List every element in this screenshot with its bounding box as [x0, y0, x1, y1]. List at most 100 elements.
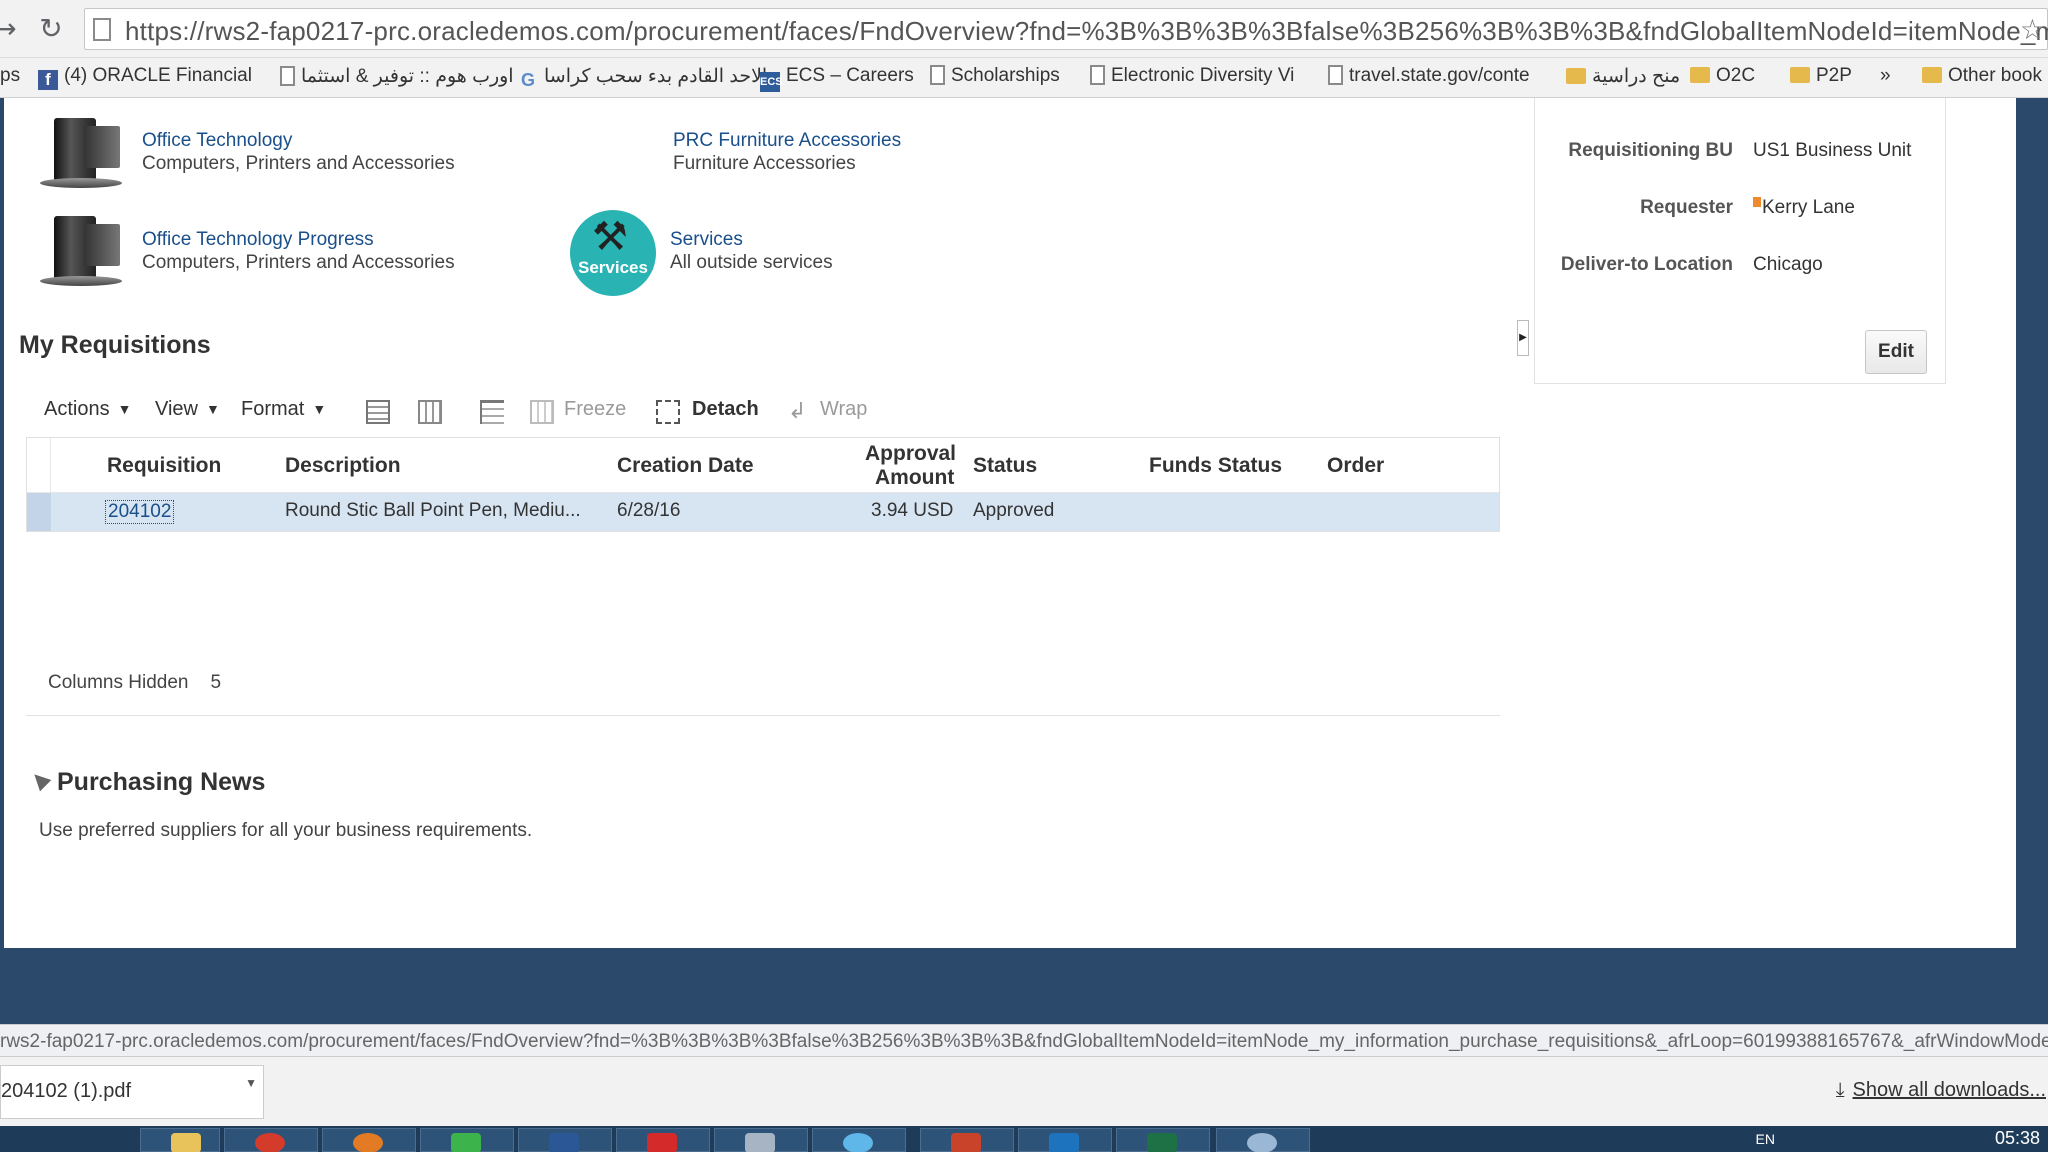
column-header-status[interactable]: Status: [973, 454, 1037, 478]
format-menu[interactable]: Format ▼: [241, 398, 326, 421]
page-icon: [93, 18, 111, 41]
bookmark-item[interactable]: G الاحد القادم بدء سحب كراسا: [518, 65, 767, 90]
column-header-order[interactable]: Order: [1327, 454, 1384, 478]
detach-button[interactable]: Detach: [692, 398, 759, 421]
status-bar: rws2-fap0217-prc.oracledemos.com/procure…: [0, 1024, 2048, 1056]
bookmarks-bar: ps f (4) ORACLE Financial اورب هوم :: توف…: [0, 58, 2048, 98]
actions-menu[interactable]: Actions ▼: [44, 398, 131, 421]
column-header-requisition[interactable]: Requisition: [107, 454, 221, 478]
requester-label: Requester: [1640, 197, 1733, 218]
bookmarks-overflow[interactable]: »: [1880, 65, 1891, 87]
caret-down-icon: ▼: [312, 401, 327, 417]
bookmark-item[interactable]: Scholarships: [930, 65, 1060, 87]
query-by-example-icon[interactable]: [480, 400, 504, 424]
oracle-page: Office Technology Computers, Printers an…: [4, 98, 2016, 948]
facebook-icon: f: [38, 70, 58, 90]
address-bar[interactable]: https://rws2-fap0217-prc.oracledemos.com…: [84, 8, 2048, 50]
bookmark-item[interactable]: اورب هوم :: توفير & استثما: [280, 65, 514, 88]
download-icon: ⤓: [1835, 1079, 1845, 1101]
taskbar-excel[interactable]: [1116, 1128, 1210, 1152]
url-text[interactable]: https://rws2-fap0217-prc.oracledemos.com…: [125, 16, 2048, 47]
requisitioning-bu-value: US1 Business Unit: [1753, 140, 1912, 161]
wrap-icon: ↲: [788, 398, 807, 423]
clock[interactable]: 05:38: [1995, 1128, 2040, 1148]
freeze-button[interactable]: Freeze: [564, 398, 626, 421]
services-icon[interactable]: ⚒ Services: [570, 210, 656, 296]
taskbar-paint[interactable]: [1216, 1128, 1310, 1152]
bookmark-item[interactable]: P2P: [1790, 65, 1852, 87]
column-header-description[interactable]: Description: [285, 454, 401, 478]
taskbar-word[interactable]: [518, 1128, 612, 1152]
document-icon: [280, 66, 295, 86]
wrap-button[interactable]: Wrap: [820, 398, 867, 421]
column-header-approval[interactable]: Approval: [865, 442, 956, 466]
folder-icon: [1566, 68, 1586, 84]
bookmark-star-icon[interactable]: ☆: [2020, 13, 2045, 46]
taskbar-app[interactable]: [714, 1128, 808, 1152]
bookmark-item[interactable]: منح دراسية: [1566, 65, 1680, 88]
category-subtitle: All outside services: [670, 252, 833, 273]
folder-icon: [1790, 67, 1810, 83]
bookmark-item[interactable]: O2C: [1690, 65, 1755, 87]
computer-icon[interactable]: [36, 116, 126, 190]
show-all-downloads-link[interactable]: ⤓ Show all downloads...: [1836, 1079, 2046, 1102]
amount-cell: 3.94 USD: [871, 500, 954, 521]
row-selector[interactable]: [27, 493, 51, 531]
deliver-to-label: Deliver-to Location: [1560, 254, 1733, 275]
bookmark-item[interactable]: ECS ECS – Careers: [760, 65, 914, 92]
grid-icon[interactable]: [366, 400, 390, 424]
computer-icon[interactable]: [36, 214, 126, 288]
requisitioning-bu-label: Requisitioning BU: [1568, 140, 1733, 161]
taskbar-ie[interactable]: [812, 1128, 906, 1152]
creation-date-cell: 6/28/16: [617, 500, 681, 521]
status-cell: Approved: [973, 500, 1055, 521]
language-indicator[interactable]: EN: [1756, 1131, 1775, 1147]
taskbar-powerpoint[interactable]: [920, 1128, 1014, 1152]
folder-icon: [1690, 67, 1710, 83]
column-header-amount[interactable]: Amount: [875, 466, 954, 490]
taskbar-firefox[interactable]: [322, 1128, 416, 1152]
document-icon: [1328, 65, 1343, 85]
category-title[interactable]: Office Technology: [142, 130, 292, 152]
lg-icon: G: [520, 70, 535, 90]
requester-value: Kerry Lane: [1753, 197, 1855, 219]
taskbar-chrome[interactable]: [224, 1128, 318, 1152]
bookmark-item[interactable]: f (4) ORACLE Financial: [38, 65, 252, 90]
my-requisitions-title: My Requisitions: [19, 331, 211, 359]
taskbar-app-green[interactable]: [420, 1128, 514, 1152]
bookmark-item[interactable]: Electronic Diversity Vi: [1090, 65, 1294, 87]
column-header-funds-status[interactable]: Funds Status: [1149, 454, 1282, 478]
requisitions-table: Requisition Description Creation Date Ap…: [26, 437, 1501, 532]
forward-icon[interactable]: →: [0, 12, 22, 46]
reload-icon[interactable]: ↻: [34, 12, 68, 46]
view-menu[interactable]: View ▼: [155, 398, 220, 421]
columns-icon[interactable]: [418, 400, 442, 424]
table-row[interactable]: 204102 Round Stic Ball Point Pen, Mediu.…: [27, 493, 1499, 531]
taskbar-acrobat[interactable]: [616, 1128, 710, 1152]
requisition-link[interactable]: 204102: [105, 500, 175, 524]
category-title[interactable]: PRC Furniture Accessories: [673, 130, 901, 152]
table-header: Requisition Description Creation Date Ap…: [27, 438, 1501, 493]
bookmark-item[interactable]: travel.state.gov/conte: [1328, 65, 1530, 87]
column-header-creation-date[interactable]: Creation Date: [617, 454, 754, 478]
category-title[interactable]: Services: [670, 229, 743, 251]
deliver-to-value: Chicago: [1753, 254, 1823, 275]
downloads-bar: 204102 (1).pdf ▼ ⤓ Show all downloads...: [0, 1056, 2048, 1126]
taskbar-explorer[interactable]: [140, 1128, 220, 1152]
download-filename[interactable]: 204102 (1).pdf: [1, 1080, 131, 1103]
collapse-triangle-icon[interactable]: [28, 768, 52, 792]
panel-splitter-arrow-icon[interactable]: ▶: [1517, 320, 1529, 356]
bookmark-item[interactable]: ps: [0, 65, 20, 87]
download-item[interactable]: 204102 (1).pdf ▼: [0, 1065, 264, 1119]
document-icon: [930, 65, 945, 85]
edit-button[interactable]: Edit: [1865, 330, 1927, 374]
category-title[interactable]: Office Technology Progress: [142, 229, 374, 251]
folder-icon: [1922, 67, 1942, 83]
purchasing-news-title[interactable]: Purchasing News: [57, 768, 265, 797]
system-tray: EN 05:38: [1756, 1128, 2041, 1149]
bookmark-item[interactable]: Other book: [1922, 65, 2042, 87]
table-toolbar: Actions ▼ View ▼ Format ▼ Freeze Detach ↲ W…: [44, 398, 1144, 430]
chevron-down-icon[interactable]: ▼: [245, 1076, 257, 1090]
ecs-icon: ECS: [760, 72, 783, 92]
taskbar-outlook[interactable]: [1018, 1128, 1112, 1152]
